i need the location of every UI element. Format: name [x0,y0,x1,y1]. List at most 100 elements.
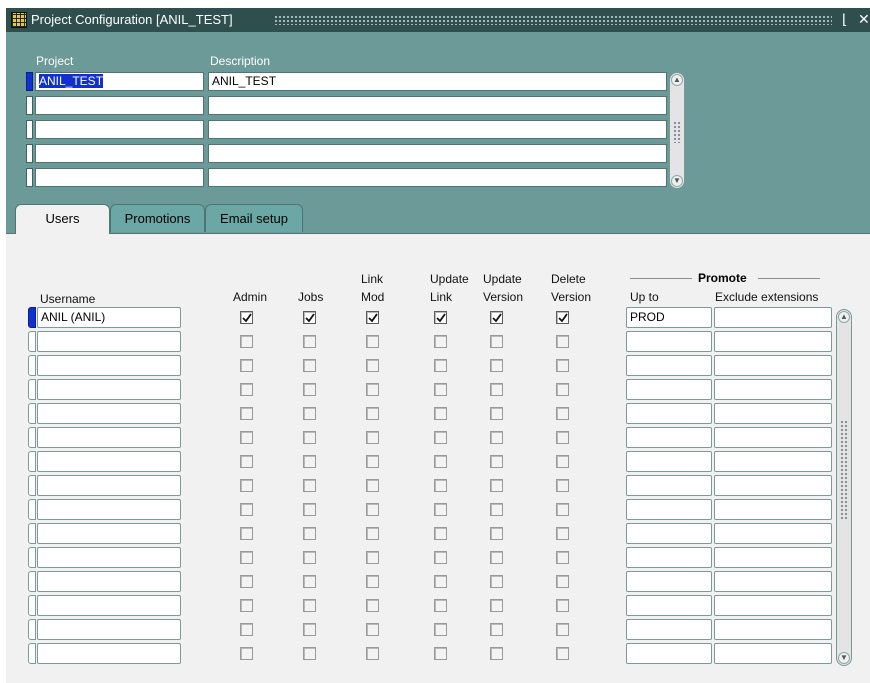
username-field[interactable] [37,595,181,616]
update-link-checkbox[interactable] [434,623,447,636]
update-version-checkbox[interactable] [490,479,503,492]
admin-checkbox[interactable] [240,455,253,468]
record-indicator[interactable] [26,72,33,91]
exclude-extensions-field[interactable] [714,355,832,376]
username-field[interactable] [37,475,181,496]
jobs-checkbox[interactable] [303,455,316,468]
username-field[interactable] [37,379,181,400]
up-to-field[interactable]: PROD [626,307,712,328]
up-to-field[interactable] [626,499,712,520]
admin-checkbox[interactable] [240,479,253,492]
delete-version-checkbox[interactable] [556,383,569,396]
admin-checkbox[interactable] [240,407,253,420]
close-icon[interactable]: ✕ [858,11,870,27]
scroll-up-icon[interactable]: ▲ [671,74,683,86]
link-mod-checkbox[interactable] [366,431,379,444]
project-field[interactable] [35,168,204,187]
jobs-checkbox[interactable] [303,407,316,420]
record-indicator[interactable] [28,355,36,376]
link-mod-checkbox[interactable] [366,407,379,420]
update-link-checkbox[interactable] [434,359,447,372]
jobs-checkbox[interactable] [303,647,316,660]
tab-email-setup[interactable]: Email setup [205,204,303,232]
jobs-checkbox[interactable] [303,575,316,588]
username-field[interactable] [37,403,181,424]
record-indicator[interactable] [26,96,33,115]
update-link-checkbox[interactable] [434,407,447,420]
project-field[interactable] [35,144,204,163]
record-indicator[interactable] [28,643,36,664]
update-version-checkbox[interactable] [490,527,503,540]
link-mod-checkbox[interactable] [366,623,379,636]
update-link-checkbox[interactable] [434,551,447,564]
up-to-field[interactable] [626,571,712,592]
record-indicator[interactable] [28,331,36,352]
username-field[interactable] [37,451,181,472]
delete-version-checkbox[interactable] [556,431,569,444]
title-bar[interactable]: Project Configuration [ANIL_TEST] ⌊ ✕ [6,8,870,32]
project-scrollbar[interactable]: ▲ ▼ [669,72,685,189]
record-indicator[interactable] [28,427,36,448]
update-link-checkbox[interactable] [434,599,447,612]
jobs-checkbox[interactable] [303,479,316,492]
update-link-checkbox[interactable] [434,335,447,348]
exclude-extensions-field[interactable] [714,619,832,640]
record-indicator[interactable] [28,619,36,640]
link-mod-checkbox[interactable] [366,383,379,396]
description-field[interactable]: ANIL_TEST [208,72,667,91]
delete-version-checkbox[interactable] [556,407,569,420]
scroll-up-icon[interactable]: ▲ [838,311,850,323]
record-indicator[interactable] [26,144,33,163]
up-to-field[interactable] [626,427,712,448]
exclude-extensions-field[interactable] [714,643,832,664]
project-field[interactable] [35,120,204,139]
record-indicator[interactable] [28,499,36,520]
exclude-extensions-field[interactable] [714,403,832,424]
admin-checkbox[interactable] [240,311,253,324]
scroll-down-icon[interactable]: ▼ [671,175,683,187]
update-version-checkbox[interactable] [490,551,503,564]
description-field[interactable] [208,168,667,187]
delete-version-checkbox[interactable] [556,623,569,636]
update-version-checkbox[interactable] [490,503,503,516]
jobs-checkbox[interactable] [303,359,316,372]
up-to-field[interactable] [626,523,712,544]
update-version-checkbox[interactable] [490,455,503,468]
exclude-extensions-field[interactable] [714,331,832,352]
link-mod-checkbox[interactable] [366,575,379,588]
update-version-checkbox[interactable] [490,311,503,324]
project-field[interactable] [35,96,204,115]
delete-version-checkbox[interactable] [556,503,569,516]
delete-version-checkbox[interactable] [556,359,569,372]
username-field[interactable] [37,571,181,592]
record-indicator[interactable] [28,571,36,592]
delete-version-checkbox[interactable] [556,527,569,540]
update-version-checkbox[interactable] [490,407,503,420]
delete-version-checkbox[interactable] [556,311,569,324]
link-mod-checkbox[interactable] [366,551,379,564]
up-to-field[interactable] [626,451,712,472]
link-mod-checkbox[interactable] [366,455,379,468]
admin-checkbox[interactable] [240,599,253,612]
admin-checkbox[interactable] [240,335,253,348]
update-version-checkbox[interactable] [490,431,503,444]
update-version-checkbox[interactable] [490,383,503,396]
admin-checkbox[interactable] [240,551,253,564]
admin-checkbox[interactable] [240,383,253,396]
admin-checkbox[interactable] [240,647,253,660]
record-indicator[interactable] [28,595,36,616]
jobs-checkbox[interactable] [303,527,316,540]
admin-checkbox[interactable] [240,575,253,588]
update-version-checkbox[interactable] [490,575,503,588]
link-mod-checkbox[interactable] [366,527,379,540]
admin-checkbox[interactable] [240,359,253,372]
link-mod-checkbox[interactable] [366,359,379,372]
description-field[interactable] [208,144,667,163]
update-link-checkbox[interactable] [434,527,447,540]
update-link-checkbox[interactable] [434,455,447,468]
jobs-checkbox[interactable] [303,311,316,324]
link-mod-checkbox[interactable] [366,479,379,492]
description-field[interactable] [208,120,667,139]
username-field[interactable] [37,523,181,544]
record-indicator[interactable] [28,379,36,400]
